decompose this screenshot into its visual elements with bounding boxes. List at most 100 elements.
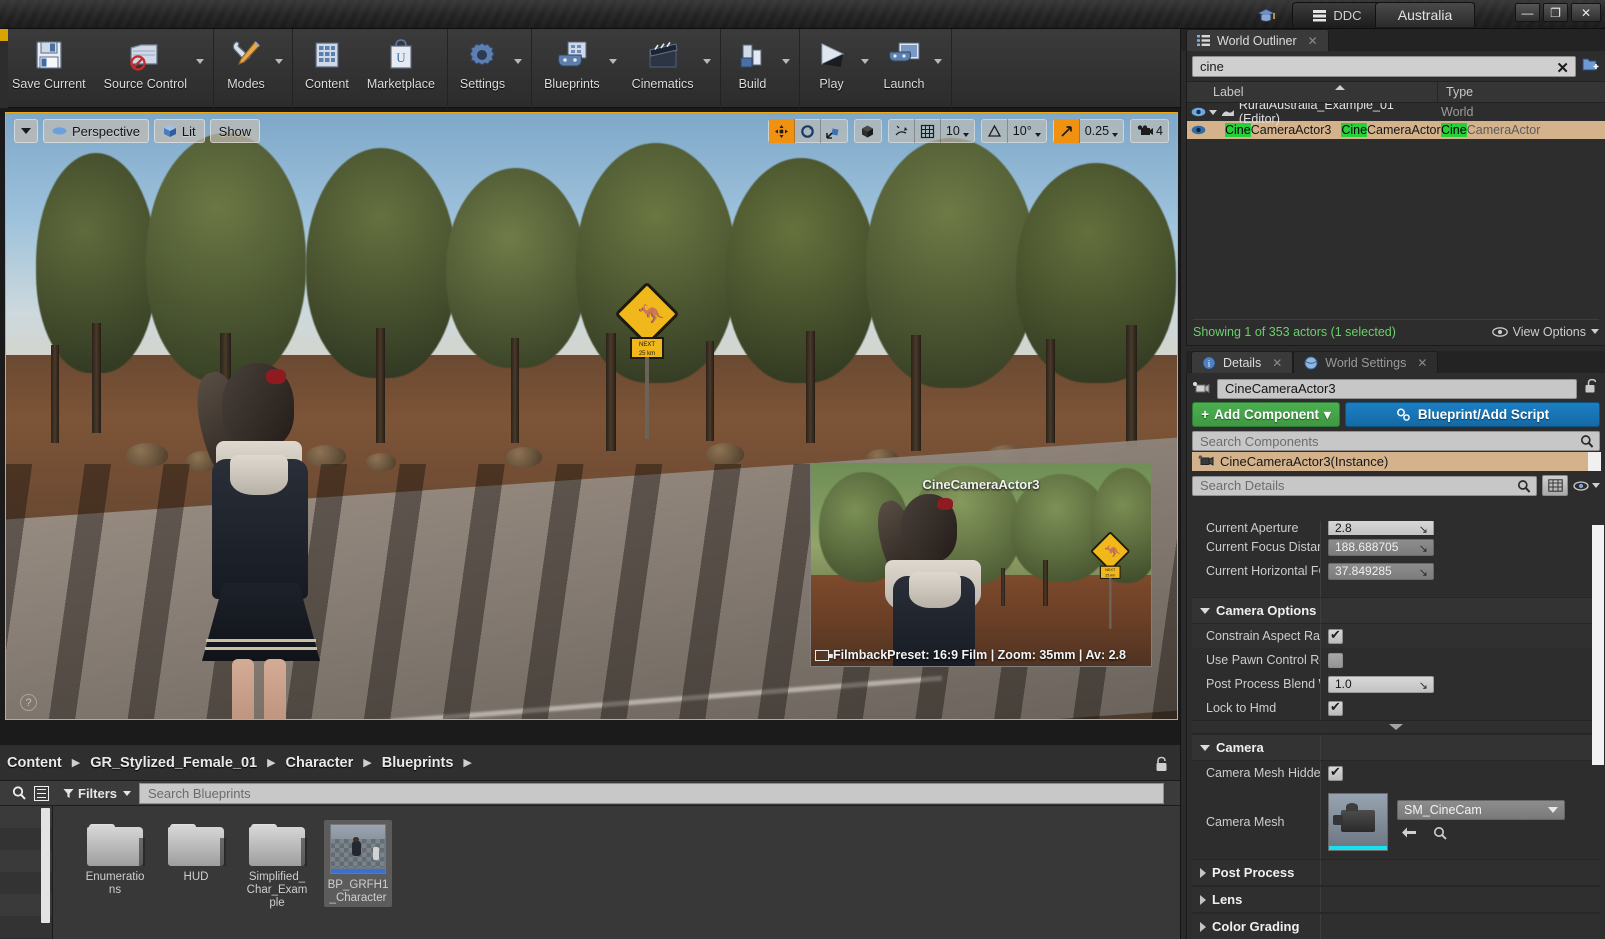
- close-icon[interactable]: ✕: [1308, 34, 1318, 48]
- viewport-help-icon[interactable]: ?: [20, 694, 37, 711]
- angle-snap-value[interactable]: 10°: [1008, 119, 1046, 143]
- viewport-viewmode-button[interactable]: Lit: [154, 119, 205, 143]
- list-item[interactable]: Enumerations: [81, 820, 149, 899]
- asset-tree-scrollbar[interactable]: [41, 808, 50, 923]
- list-item[interactable]: Simplified_Char_Example: [243, 820, 311, 912]
- rotate-gizmo-icon[interactable]: [795, 119, 821, 143]
- section-color-grading[interactable]: Color Grading: [1192, 913, 1600, 939]
- translate-gizmo-icon[interactable]: [769, 119, 795, 143]
- cinematics-dropdown[interactable]: [703, 29, 717, 64]
- viewport-options-menu[interactable]: [14, 119, 38, 143]
- post-process-blend-weight-input[interactable]: 1.0 ↘: [1328, 676, 1434, 693]
- asset-tree-panel[interactable]: [0, 806, 53, 939]
- scale-snap-icon[interactable]: [1054, 119, 1080, 143]
- show-all-properties-expander[interactable]: [1192, 720, 1600, 734]
- save-current-button[interactable]: Save Current: [3, 29, 95, 91]
- property-row-current-aperture[interactable]: Current Aperture 2.8 ↘: [1192, 521, 1600, 535]
- blueprints-dropdown[interactable]: [609, 29, 623, 64]
- restore-button[interactable]: ❐: [1543, 3, 1568, 22]
- expander-icon[interactable]: [1209, 110, 1217, 115]
- ddc-status-tab[interactable]: DDC: [1292, 2, 1382, 27]
- filters-button[interactable]: Filters: [63, 786, 131, 801]
- current-aperture-input[interactable]: 2.8 ↘: [1328, 521, 1434, 535]
- world-space-cube-icon[interactable]: [855, 119, 881, 143]
- blueprint-add-script-button[interactable]: Blueprint/Add Script: [1345, 402, 1600, 427]
- close-button[interactable]: ✕: [1571, 3, 1601, 22]
- camera-preview-panel[interactable]: 🦘 NEXT25 km CineCameraActor3 FilmbackPre…: [810, 463, 1152, 667]
- list-item[interactable]: BP_GRFH1_Character: [324, 820, 392, 907]
- search-details-input[interactable]: Search Details: [1192, 476, 1537, 496]
- scale-snap-value[interactable]: 0.25: [1080, 119, 1123, 143]
- current-horizontal-fov-input[interactable]: 37.849285 ↘: [1328, 563, 1434, 580]
- back-arrow-icon[interactable]: [1401, 826, 1417, 845]
- play-button[interactable]: Play: [803, 29, 861, 91]
- settings-button[interactable]: Settings: [451, 29, 514, 91]
- modes-dropdown[interactable]: [275, 29, 289, 64]
- property-row-constrain-aspect-ratio[interactable]: Constrain Aspect Ratio: [1192, 624, 1600, 648]
- source-control-dropdown[interactable]: [196, 29, 210, 64]
- settings-dropdown[interactable]: [514, 29, 528, 64]
- project-name-tab[interactable]: Australia: [1375, 2, 1475, 27]
- property-row-lock-to-hmd[interactable]: Lock to Hmd: [1192, 696, 1600, 720]
- property-row-use-pawn-control-rotation[interactable]: Use Pawn Control Rotation: [1192, 648, 1600, 672]
- breadcrumb-content[interactable]: Content: [0, 755, 69, 771]
- close-icon[interactable]: ✕: [1417, 356, 1427, 370]
- scale-gizmo-icon[interactable]: [821, 119, 847, 143]
- table-row[interactable]: CineCameraActor3 CineCameraActor CineCam…: [1187, 121, 1605, 139]
- column-label-header[interactable]: Label: [1187, 85, 1437, 99]
- search-components-input[interactable]: Search Components: [1192, 431, 1600, 451]
- components-scrollbar[interactable]: [1588, 452, 1601, 471]
- lock-icon[interactable]: [1154, 756, 1170, 772]
- property-row-current-horizontal-fov[interactable]: Current Horizontal FOV 37.849285 ↘: [1192, 559, 1600, 583]
- section-post-process[interactable]: Post Process: [1192, 859, 1600, 886]
- current-focus-distance-input[interactable]: 188.688705 ↘: [1328, 539, 1434, 556]
- property-row-post-process-blend-weight[interactable]: Post Process Blend Weight 1.0 ↘: [1192, 672, 1600, 696]
- column-type-header[interactable]: Type: [1437, 82, 1605, 102]
- search-blueprints-input[interactable]: Search Blueprints: [139, 783, 1164, 804]
- new-folder-icon[interactable]: [1582, 56, 1600, 77]
- section-lens[interactable]: Lens: [1192, 886, 1600, 913]
- lock-to-hmd-checkbox[interactable]: [1328, 701, 1343, 716]
- section-camera-options[interactable]: Camera Options: [1192, 597, 1600, 624]
- blueprints-button[interactable]: Blueprints: [535, 29, 609, 91]
- outliner-search-input[interactable]: cine ✕: [1192, 56, 1576, 77]
- close-icon[interactable]: ✕: [1272, 356, 1282, 370]
- content-button[interactable]: Content: [296, 29, 358, 91]
- browse-asset-icon[interactable]: [1433, 826, 1447, 845]
- minimize-button[interactable]: —: [1515, 3, 1540, 22]
- launch-dropdown[interactable]: [934, 29, 948, 64]
- tab-details[interactable]: i Details ✕: [1191, 351, 1293, 373]
- grid-snap-icon[interactable]: [915, 119, 941, 143]
- spinner-icon[interactable]: ↘: [1419, 542, 1428, 555]
- build-button[interactable]: Build: [724, 29, 782, 91]
- build-dropdown[interactable]: [782, 29, 796, 64]
- search-sources-icon[interactable]: [12, 785, 26, 801]
- component-row[interactable]: CineCameraActor3(Instance): [1192, 452, 1600, 471]
- section-camera[interactable]: Camera: [1192, 734, 1600, 761]
- camera-speed-icon[interactable]: 4: [1131, 119, 1168, 143]
- breadcrumb-blueprints[interactable]: Blueprints: [375, 755, 461, 771]
- marketplace-button[interactable]: U Marketplace: [358, 29, 444, 91]
- list-item[interactable]: HUD: [162, 820, 230, 886]
- camera-mesh-thumbnail[interactable]: [1328, 793, 1388, 851]
- cinematics-button[interactable]: Cinematics: [623, 29, 703, 91]
- viewport-perspective-button[interactable]: Perspective: [43, 119, 149, 143]
- breadcrumb-gr-stylized-female[interactable]: GR_Stylized_Female_01: [83, 755, 264, 771]
- constrain-aspect-ratio-checkbox[interactable]: [1328, 629, 1343, 644]
- details-view-options[interactable]: [1573, 481, 1600, 491]
- details-scrollbar-lower[interactable]: [1592, 705, 1604, 765]
- property-row-camera-mesh[interactable]: Camera Mesh SM_CineCam: [1192, 785, 1600, 859]
- add-component-button[interactable]: + Add Component ▾: [1192, 402, 1340, 427]
- camera-mesh-select[interactable]: SM_CineCam: [1397, 800, 1565, 820]
- angle-snap-icon[interactable]: [982, 119, 1008, 143]
- tab-world-outliner[interactable]: World Outliner ✕: [1186, 29, 1329, 51]
- property-row-current-focus-distance[interactable]: Current Focus Distance 188.688705 ↘: [1192, 535, 1600, 559]
- launch-button[interactable]: Launch: [875, 29, 934, 91]
- use-pawn-control-rotation-checkbox[interactable]: [1328, 653, 1343, 668]
- eye-icon[interactable]: [1187, 125, 1209, 135]
- spinner-icon[interactable]: ↘: [1419, 523, 1428, 536]
- source-control-button[interactable]: Source Control: [95, 29, 196, 91]
- viewport-show-button[interactable]: Show: [210, 119, 261, 143]
- graduation-cap-icon[interactable]: [1255, 4, 1277, 26]
- tab-world-settings[interactable]: World Settings ✕: [1293, 351, 1438, 373]
